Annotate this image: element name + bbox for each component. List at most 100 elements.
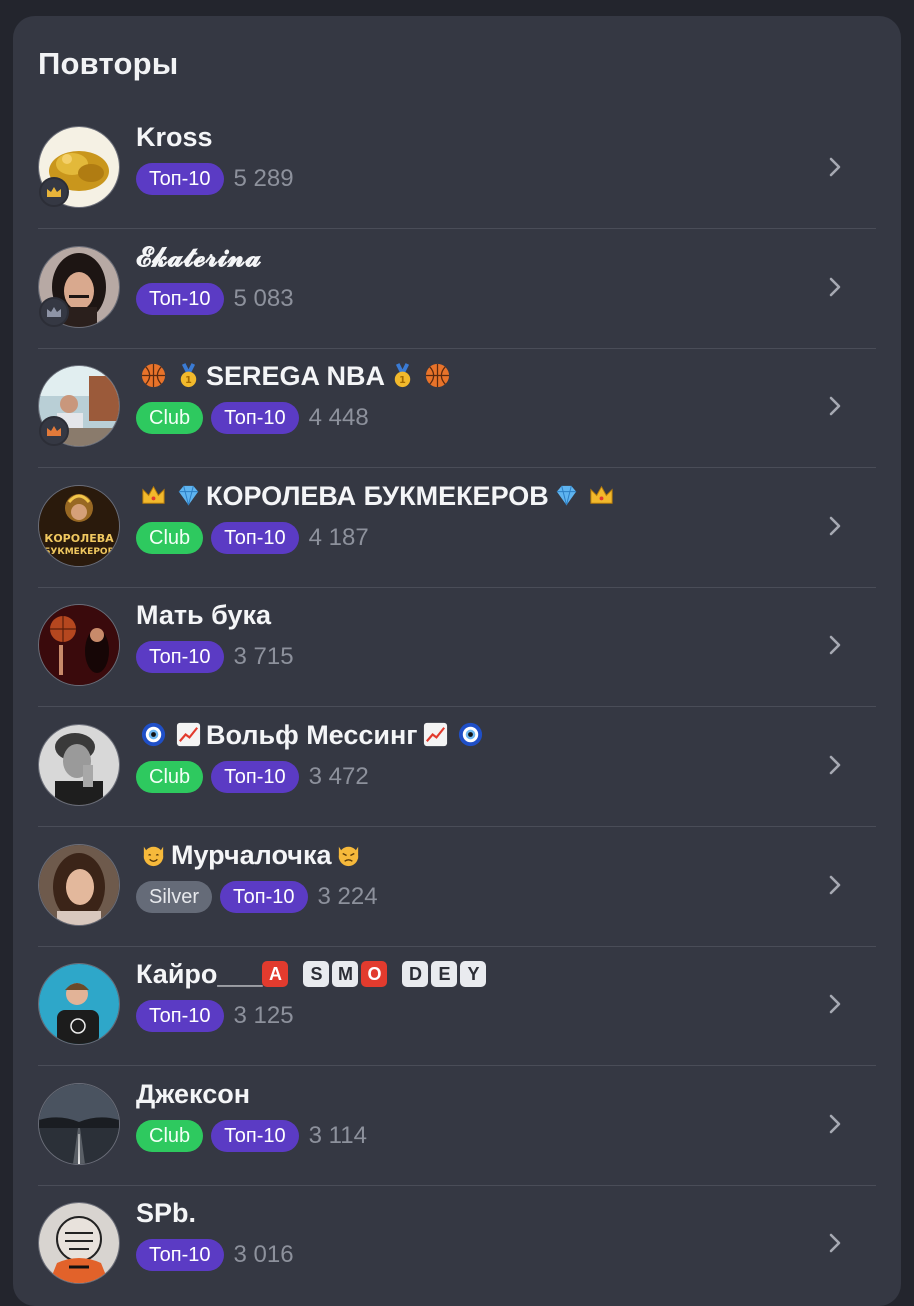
user-name: SPb. [136,1198,197,1228]
top10-badge: Топ-10 [136,1000,224,1032]
score: 4 187 [308,524,369,551]
letter-block: D [402,961,429,987]
user-name: Вольф Мессинг [136,718,488,752]
user-name: Джексон [136,1079,251,1109]
user-name-text: Кайро___ [136,959,263,989]
chart-up-icon [176,722,201,747]
user-row-dzhekson[interactable]: Джексон Club Топ-10 3 114 [38,1065,876,1186]
nazar-amulet-icon [458,722,482,747]
avatar: КОРОЛЕВА БУКМЕКЕРОВ [38,485,120,567]
user-meta: Club Топ-10 4 448 [136,402,369,434]
avatar [38,604,120,686]
score: 3 224 [317,883,378,910]
avatar [38,963,120,1045]
user-row-mat-buka[interactable]: Мать бука Топ-10 3 715 [38,586,876,707]
letter-block: M [332,961,359,987]
repeats-card: Повторы Kross Топ-10 5 289 � [13,16,901,1306]
score: 4 448 [308,404,369,431]
top10-badge: Топ-10 [136,1239,224,1271]
user-row-murchalochka[interactable]: Мурчалочка Silver Топ-10 3 224 [38,826,876,947]
score: 5 083 [233,285,294,312]
chevron-right-icon [829,1233,841,1253]
svg-text:1: 1 [185,375,192,386]
chevron-right-icon [829,1114,841,1134]
user-row-serega-nba[interactable]: 1 SEREGA NBA 1 Club Топ-10 4 448 [38,347,876,468]
user-meta: Топ-10 3 125 [136,1000,294,1032]
user-meta: Топ-10 3 715 [136,641,294,673]
user-meta: Топ-10 3 016 [136,1239,294,1271]
avatar [38,1083,120,1165]
silver-crown-icon [39,297,69,327]
club-badge: Club [136,761,204,793]
user-meta: Club Топ-10 4 187 [136,522,369,554]
user-meta: Club Топ-10 3 114 [136,1120,367,1152]
user-row-kairo[interactable]: Кайро___ A S M O D E Y Топ-10 3 125 [38,945,876,1066]
score: 5 289 [233,165,294,192]
score: 3 016 [233,1241,294,1268]
nazar-amulet-icon [141,722,166,747]
avatar [38,844,120,926]
user-name: 1 SEREGA NBA 1 [136,359,455,393]
top10-badge: Топ-10 [211,402,299,434]
user-name: Кайро___ A S M O D E Y [136,957,489,991]
top10-badge: Топ-10 [211,1120,299,1152]
crown-icon [590,485,613,504]
section-title: Повторы [38,46,179,81]
smiling-cat-icon [143,846,164,867]
letter-block: Y [460,961,487,987]
top10-badge: Топ-10 [220,881,308,913]
chevron-right-icon [829,396,841,416]
chevron-right-icon [829,755,841,775]
letter-block: S [303,961,330,987]
user-row-kross[interactable]: Kross Топ-10 5 289 [38,108,876,229]
chart-up-icon [423,722,447,747]
gold-medal-icon: 1 [180,363,197,388]
top10-badge: Топ-10 [136,283,224,315]
gold-medal-icon: 1 [394,363,411,388]
user-name: Kross [136,122,213,152]
user-meta: Club Топ-10 3 472 [136,761,369,793]
diamond-icon [556,485,576,506]
score: 3 125 [233,1002,294,1029]
top10-badge: Топ-10 [136,641,224,673]
chevron-right-icon [829,277,841,297]
basketball-icon [425,363,450,388]
crown-icon [142,485,165,504]
basketball-icon [141,363,166,388]
user-name-text: КОРОЛЕВА БУКМЕКЕРОВ [206,481,549,511]
silver-badge: Silver [136,881,213,913]
gold-crown-icon [39,177,69,207]
chevron-right-icon [829,157,841,177]
user-row-ekaterina[interactable]: 𝓔𝓴𝓪𝓽𝓮𝓻𝓲𝓷𝓪 Топ-10 5 083 [38,228,876,349]
user-name: Мать бука [136,600,272,630]
user-name-text: Мурчалочка [171,840,332,870]
user-row-volf-messing[interactable]: Вольф Мессинг Club Топ-10 3 472 [38,706,876,827]
user-row-spb[interactable]: SPb. Топ-10 3 016 [38,1184,876,1304]
letter-block: E [431,961,458,987]
club-badge: Club [136,522,204,554]
user-meta: Топ-10 5 083 [136,283,294,315]
score: 3 715 [233,643,294,670]
club-badge: Club [136,402,204,434]
svg-text:КОРОЛЕВА: КОРОЛЕВА [44,532,114,545]
score: 3 472 [308,763,369,790]
svg-text:1: 1 [399,375,406,386]
user-name: Мурчалочка [136,838,366,872]
chevron-right-icon [829,635,841,655]
letter-block: A [262,961,289,987]
svg-text:БУКМЕКЕРОВ: БУКМЕКЕРОВ [44,547,115,557]
user-meta: Silver Топ-10 3 224 [136,881,378,913]
pouting-cat-icon [339,846,359,867]
club-badge: Club [136,1120,204,1152]
top10-badge: Топ-10 [136,163,224,195]
avatar [38,1202,120,1284]
user-name-text: Вольф Мессинг [206,720,418,750]
chevron-right-icon [829,875,841,895]
score: 3 114 [308,1122,367,1149]
user-name-text: SEREGA NBA [206,361,386,391]
bronze-crown-icon [39,416,69,446]
user-row-koroleva[interactable]: КОРОЛЕВА БУКМЕКЕРОВ КОРОЛЕВА БУКМЕКЕРОВ C… [38,467,876,588]
letter-block: O [361,961,388,987]
user-name: КОРОЛЕВА БУКМЕКЕРОВ [136,479,619,513]
top10-badge: Топ-10 [211,761,299,793]
